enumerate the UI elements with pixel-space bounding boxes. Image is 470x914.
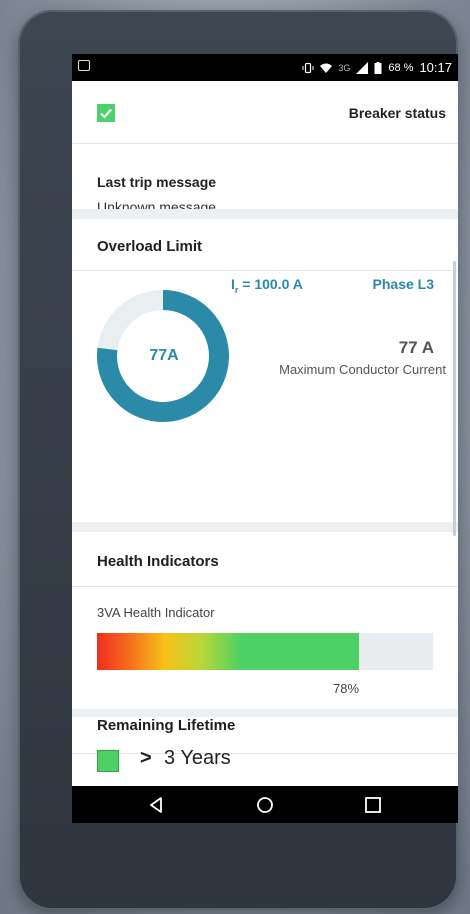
app-content: Breaker status Last trip message Unknown… [72,81,458,786]
rated-current-label: Ir = 100.0 A [231,276,303,295]
max-current-caption: Maximum Conductor Current [279,362,446,377]
divider [72,586,458,587]
battery-icon [374,61,382,74]
wifi-icon [320,63,333,73]
network-type: 3G [338,62,351,73]
health-indicators-card: Health Indicators 3VA Health Indicator 7… [72,532,458,709]
lifetime-status-square [97,750,119,772]
recents-icon[interactable] [361,793,385,817]
phase-label: Phase L3 [372,276,434,292]
gauge-center-label: 77A [149,347,179,364]
breaker-status-label: Breaker status [348,105,446,121]
rated-current-subscript: r [234,284,239,295]
battery-percent: 68 % [388,61,414,74]
lifetime-value: 3 Years [164,747,231,769]
overload-limit-title: Overload Limit [97,238,203,255]
navigation-bar [72,786,458,823]
gallery-notification-icon [78,60,90,71]
last-trip-title: Last trip message [97,174,217,190]
phone-frame: 3G 68 % 10:17 Breaker status Last trip m… [18,10,458,910]
divider [72,270,458,271]
health-indicator-label: 3VA Health Indicator [97,605,215,620]
health-bar-track [97,633,433,670]
section-gap [72,709,458,717]
phone-screen: 3G 68 % 10:17 Breaker status Last trip m… [72,54,458,823]
max-current-value: 77 A [398,338,434,357]
remaining-lifetime-title: Remaining Lifetime [97,717,236,734]
health-indicators-title: Health Indicators [97,553,219,570]
lifetime-value-row: > 3 Years [72,747,458,786]
status-bar: 3G 68 % 10:17 [72,54,458,81]
signal-icon [356,61,369,74]
rated-current-value: = 100.0 A [242,276,303,292]
overload-limit-card: Overload Limit 77A Ir = 100.0 A Phase L3… [72,219,458,522]
clock: 10:17 [419,60,452,75]
breaker-status-row[interactable]: Breaker status [72,81,458,143]
back-icon[interactable] [144,793,168,817]
section-gap [72,209,458,219]
check-icon [97,104,115,122]
section-gap [72,522,458,532]
scrollbar[interactable] [453,261,456,536]
lifetime-prefix: > [140,747,152,769]
health-percent: 78% [333,681,360,696]
home-icon[interactable] [253,793,277,817]
vibrate-icon [302,62,314,73]
health-bar-fill [97,633,360,670]
